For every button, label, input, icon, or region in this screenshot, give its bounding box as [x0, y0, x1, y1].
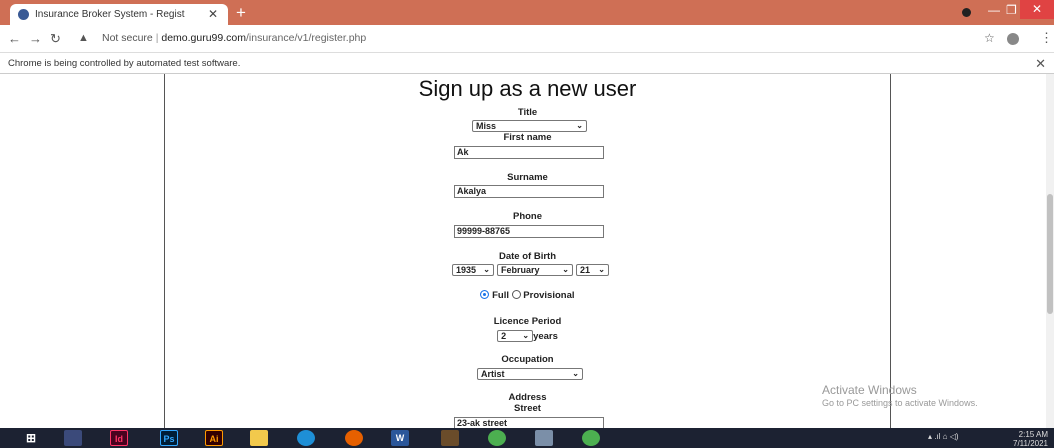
recording-indicator-icon — [962, 8, 971, 17]
window-close-icon[interactable]: ✕ — [1020, 0, 1054, 19]
occupation-label: Occupation — [501, 354, 554, 365]
chevron-down-icon: ⌄ — [576, 121, 583, 130]
minimize-icon[interactable]: — — [988, 3, 1000, 17]
street-label: Street — [514, 403, 541, 414]
phone-field[interactable]: 99999-88765 — [454, 225, 604, 238]
dob-month-select[interactable]: February ⌄ — [497, 264, 573, 276]
word-icon[interactable]: W — [391, 430, 409, 446]
tab-close-icon[interactable]: ✕ — [208, 7, 218, 21]
browser-tab[interactable]: Insurance Broker System - Regist ✕ — [10, 4, 228, 25]
address-label: Address — [508, 392, 547, 403]
dob-year-value: 1935 — [456, 265, 477, 275]
indesign-icon[interactable]: Id — [110, 430, 128, 446]
licence-full-radio[interactable] — [480, 290, 490, 299]
automation-infobar: Chrome is being controlled by automated … — [0, 53, 1054, 74]
dob-day-select[interactable]: 21 ⌄ — [576, 264, 609, 276]
more-menu-icon[interactable]: ⋮ — [1040, 30, 1053, 46]
automation-notice: Chrome is being controlled by automated … — [8, 58, 241, 69]
url-host: demo.guru99.com — [161, 32, 246, 44]
clock[interactable]: 2:15 AM 7/11/2021 — [1013, 430, 1048, 448]
system-tray-icons[interactable]: ▴ .ıl ⌂ ◁) — [928, 432, 959, 441]
infobar-close-icon[interactable]: ✕ — [1035, 56, 1046, 72]
url-security-label: Not secure — [102, 32, 153, 44]
chrome-active-icon[interactable] — [582, 430, 600, 446]
licence-type-group: Full Provisional — [165, 290, 890, 301]
licence-period-label: Licence Period — [493, 316, 562, 327]
licence-full-label: Full — [492, 290, 510, 301]
address-bar: ← → ↻ ▲ Not secure | demo.guru99.com/ins… — [0, 25, 1054, 53]
title-select-value: Miss — [476, 121, 497, 131]
dob-month-value: February — [501, 265, 540, 275]
scrollbar-thumb[interactable] — [1047, 194, 1053, 314]
page-content: Sign up as a new user Title Miss ⌄ First … — [0, 74, 1054, 428]
activate-windows-watermark: Activate Windows Go to PC settings to ac… — [822, 383, 978, 408]
first-name-field[interactable]: Ak — [454, 146, 604, 159]
reload-icon[interactable]: ↻ — [50, 31, 61, 47]
tab-title: Insurance Broker System - Regist — [35, 9, 185, 20]
page-title: Sign up as a new user — [418, 76, 637, 101]
back-icon[interactable]: ← — [8, 31, 21, 46]
page-scrollbar[interactable] — [1046, 74, 1054, 428]
chevron-down-icon: ⌄ — [522, 331, 530, 340]
bookmark-star-icon[interactable]: ☆ — [984, 31, 995, 45]
surname-field[interactable]: Akalya — [454, 185, 604, 198]
chrome-icon[interactable] — [488, 430, 506, 446]
licence-period-select[interactable]: 2 ⌄ — [497, 330, 534, 342]
file-explorer-icon[interactable] — [250, 430, 268, 446]
licence-provisional-label: Provisional — [523, 290, 575, 301]
paint-icon[interactable] — [535, 430, 553, 446]
dob-year-select[interactable]: 1935 ⌄ — [452, 264, 494, 276]
title-select[interactable]: Miss ⌄ — [472, 120, 587, 132]
dob-label: Date of Birth — [499, 251, 556, 262]
watermark-title: Activate Windows — [822, 383, 917, 397]
licence-period-row: 2 ⌄ years — [165, 330, 890, 342]
licence-period-value: 2 — [501, 331, 507, 341]
clock-time: 2:15 AM — [1018, 430, 1048, 439]
new-tab-button[interactable]: + — [236, 3, 246, 23]
windows-taskbar: ⊞ Id Ps Ai W ▴ .ıl ⌂ ◁) 2:15 AM 7/11/202… — [0, 428, 1054, 448]
chevron-down-icon: ⌄ — [598, 265, 605, 274]
street-field[interactable]: 23-ak street — [454, 417, 604, 428]
occupation-select[interactable]: Artist ⌄ — [477, 368, 583, 380]
watermark-subtitle: Go to PC settings to activate Windows. — [822, 398, 978, 408]
warning-icon[interactable]: ▲ — [78, 32, 89, 44]
first-name-label: First name — [503, 132, 552, 143]
restore-icon[interactable]: ❐ — [1006, 3, 1017, 17]
dob-day-value: 21 — [580, 265, 591, 275]
clock-date: 7/11/2021 — [1013, 439, 1048, 448]
chevron-down-icon: ⌄ — [483, 265, 490, 274]
right-border — [890, 74, 891, 428]
browser-tab-bar: Insurance Broker System - Regist ✕ + — ❐… — [0, 0, 1054, 25]
visual-studio-icon[interactable] — [64, 430, 82, 446]
occupation-value: Artist — [481, 369, 505, 379]
surname-label: Surname — [507, 172, 548, 183]
licence-period-unit: years — [533, 331, 558, 342]
forward-icon[interactable]: → — [29, 31, 42, 46]
illustrator-icon[interactable]: Ai — [205, 430, 223, 446]
chevron-down-icon: ⌄ — [572, 369, 579, 378]
url-field[interactable]: Not secure | demo.guru99.com/insurance/v… — [102, 32, 366, 44]
site-favicon-icon — [18, 9, 29, 20]
photoshop-icon[interactable]: Ps — [160, 430, 178, 446]
licence-provisional-radio[interactable] — [511, 290, 521, 299]
url-path: /insurance/v1/register.php — [246, 32, 367, 44]
chevron-down-icon: ⌄ — [562, 265, 569, 274]
windows-start-icon[interactable]: ⊞ — [22, 430, 40, 446]
title-label: Title — [517, 107, 538, 118]
edge-icon[interactable] — [297, 430, 315, 446]
phone-label: Phone — [512, 211, 543, 222]
app-icon[interactable] — [441, 430, 459, 446]
firefox-icon[interactable] — [345, 430, 363, 446]
profile-avatar-icon[interactable] — [1007, 33, 1019, 45]
